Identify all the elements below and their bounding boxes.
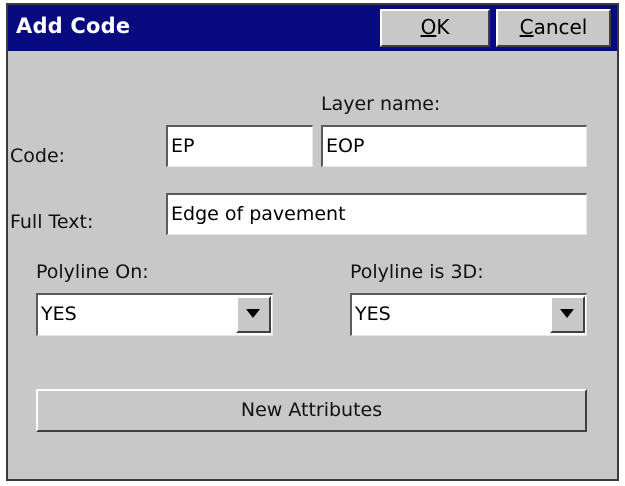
polyline-3d-label: Polyline is 3D:	[350, 261, 484, 283]
polyline-on-select[interactable]: YES	[36, 293, 273, 336]
add-code-dialog: Add Code OK Cancel Layer name: Code: EP …	[6, 3, 619, 481]
code-field[interactable]: EP	[166, 125, 313, 167]
layer-name-label: Layer name:	[321, 93, 441, 115]
ok-button[interactable]: OK	[380, 9, 490, 47]
polyline-on-dropdown-button[interactable]	[236, 296, 271, 333]
ok-label-rest: K	[436, 15, 450, 39]
polyline-3d-dropdown-button[interactable]	[550, 296, 585, 333]
polyline-on-value: YES	[41, 303, 77, 325]
cancel-accelerator: C	[519, 15, 534, 39]
dialog-title: Add Code	[16, 14, 131, 38]
layer-name-field[interactable]: EOP	[321, 125, 587, 167]
cancel-label-rest: ancel	[533, 15, 588, 39]
code-label: Code:	[10, 145, 66, 167]
polyline-3d-value: YES	[355, 303, 391, 325]
cancel-button[interactable]: Cancel	[496, 9, 611, 47]
full-text-label: Full Text:	[10, 211, 94, 233]
chevron-down-icon	[246, 309, 260, 318]
polyline-3d-select[interactable]: YES	[350, 293, 587, 336]
new-attributes-button[interactable]: New Attributes	[36, 389, 587, 432]
chevron-down-icon	[560, 309, 574, 318]
ok-accelerator: O	[420, 15, 437, 39]
title-bar: Add Code OK Cancel	[8, 5, 617, 51]
full-text-field[interactable]: Edge of pavement	[166, 193, 587, 235]
polyline-on-label: Polyline On:	[36, 261, 149, 283]
